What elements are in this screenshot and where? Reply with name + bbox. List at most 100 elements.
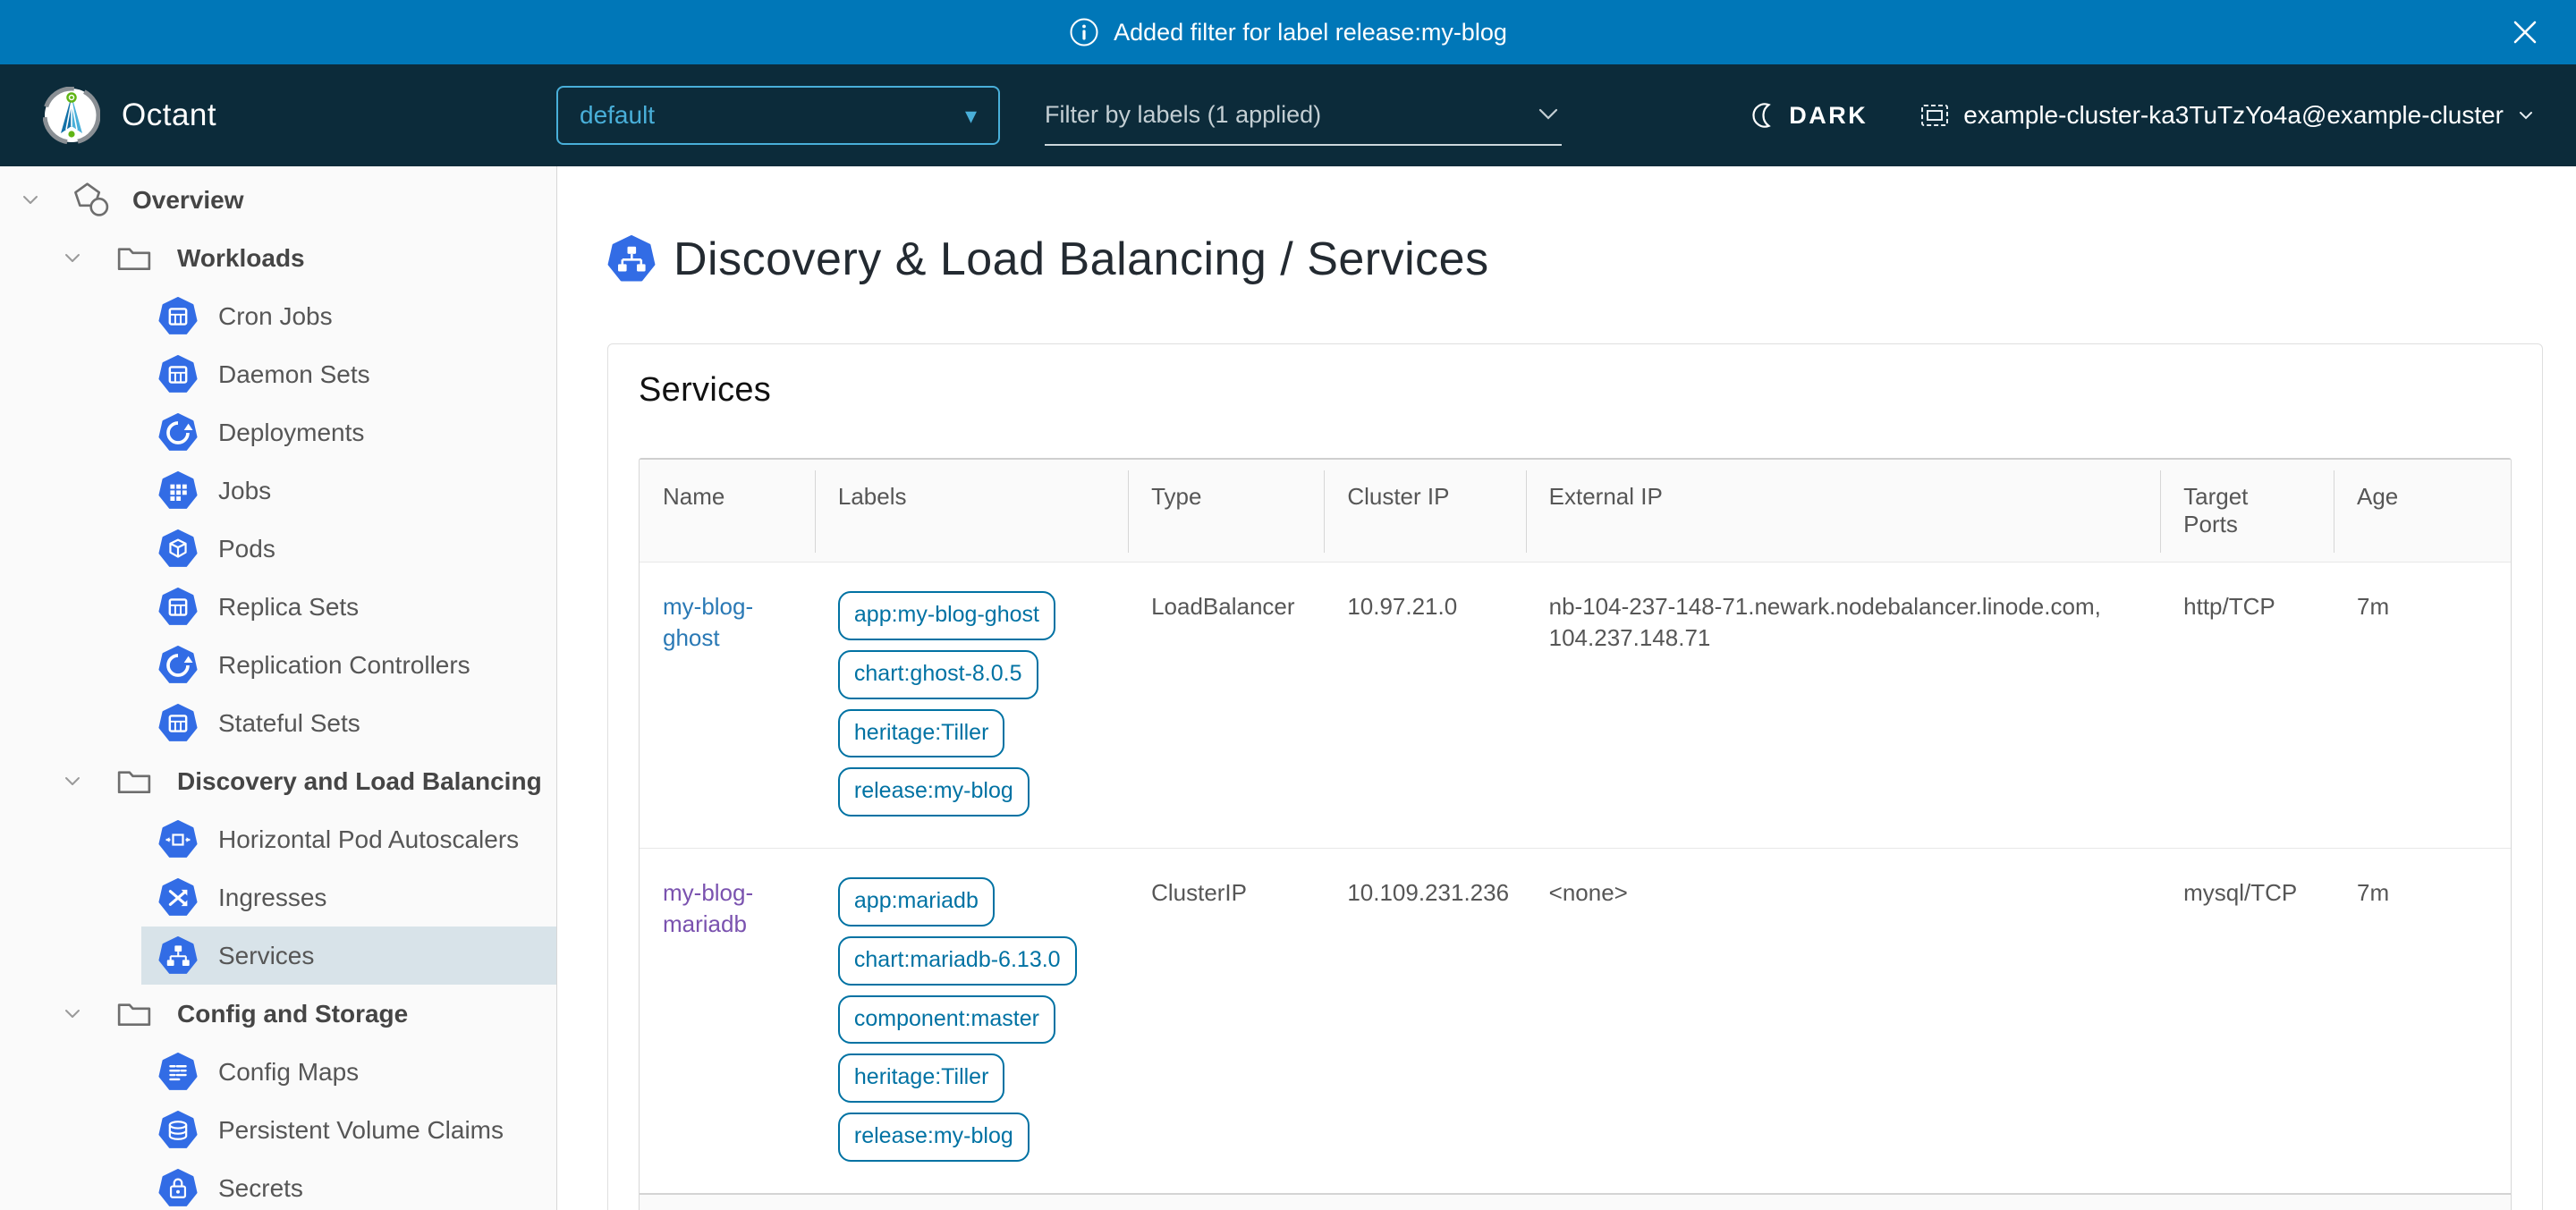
col-header-name: Name <box>640 460 815 563</box>
replication-controllers-icon <box>158 646 198 685</box>
sidebar-item-workloads[interactable]: Workloads <box>0 229 556 287</box>
alert-banner: Added filter for label release:my-blog <box>0 0 2576 64</box>
close-icon[interactable] <box>2508 15 2542 49</box>
col-header-cluster-ip: Cluster IP <box>1324 460 1525 563</box>
cell-type: ClusterIP <box>1128 849 1324 1193</box>
octant-logo-icon <box>43 87 100 144</box>
label-pill: chart:mariadb-6.13.0 <box>838 936 1077 986</box>
sidebar-item-label: Overview <box>132 186 244 215</box>
col-header-type: Type <box>1128 460 1324 563</box>
datagrid-footer: Items per page 10 1 - 2 of 2 items <box>640 1193 2511 1210</box>
chevron-down-icon[interactable] <box>64 774 114 788</box>
alert-message: Added filter for label release:my-blog <box>1114 19 1507 47</box>
sidebar-item-label: Daemon Sets <box>218 360 370 389</box>
sidebar-item-label: Horizontal Pod Autoscalers <box>218 825 519 854</box>
context-value: example-cluster-ka3TuTzYo4a@example-clus… <box>1963 101 2504 130</box>
label-pill: component:master <box>838 995 1055 1045</box>
cell-external-ip: <none> <box>1526 849 2161 1193</box>
col-header-age: Age <box>2334 460 2511 563</box>
sidebar-item-label: Config Maps <box>218 1058 359 1087</box>
cell-cluster-ip: 10.97.21.0 <box>1324 563 1525 849</box>
services-datagrid: Name Labels Type Cluster IP External IP … <box>639 458 2512 1210</box>
sidebar-item-label: Services <box>218 942 314 970</box>
col-header-labels: Labels <box>815 460 1128 563</box>
sidebar-item-daemon-sets[interactable]: Daemon Sets <box>0 345 556 403</box>
sidebar-item-discovery-and-load-balancing[interactable]: Discovery and Load Balancing <box>0 752 556 810</box>
ingresses-icon <box>158 878 198 918</box>
sidebar-item-replica-sets[interactable]: Replica Sets <box>0 578 556 636</box>
sidebar-item-deployments[interactable]: Deployments <box>0 403 556 461</box>
services-table: Name Labels Type Cluster IP External IP … <box>640 460 2511 1193</box>
chevron-down-icon[interactable] <box>64 251 114 265</box>
col-header-external-ip: External IP <box>1526 460 2161 563</box>
label-pill: release:my-blog <box>838 1113 1030 1162</box>
sidebar-item-horizontal-pod-autoscalers[interactable]: Horizontal Pod Autoscalers <box>0 810 556 868</box>
sidebar-item-cron-jobs[interactable]: Cron Jobs <box>0 287 556 345</box>
service-link[interactable]: my-blog-mariadb <box>663 879 753 937</box>
cell-target-ports: http/TCP <box>2160 563 2334 849</box>
sidebar-item-ingresses[interactable]: Ingresses <box>0 868 556 927</box>
sidebar-item-config-maps[interactable]: Config Maps <box>0 1043 556 1101</box>
folder-icon <box>114 239 154 278</box>
cell-cluster-ip: 10.109.231.236 <box>1324 849 1525 1193</box>
cell-external-ip: nb-104-237-148-71.newark.nodebalancer.li… <box>1526 563 2161 849</box>
label-pill: release:my-blog <box>838 767 1030 817</box>
sidebar-item-label: Config and Storage <box>177 1000 408 1028</box>
label-pill: app:mariadb <box>838 877 995 927</box>
sidebar-item-label: Ingresses <box>218 884 326 912</box>
sidebar-item-label: Replication Controllers <box>218 651 470 680</box>
services-icon <box>607 235 656 283</box>
chevron-down-icon[interactable] <box>64 1007 114 1020</box>
sidebar-item-overview[interactable]: Overview <box>0 171 556 229</box>
sidebar-item-label: Workloads <box>177 244 305 273</box>
app-title: Octant <box>122 97 216 133</box>
sidebar-item-label: Replica Sets <box>218 593 359 622</box>
namespace-value: default <box>580 101 655 130</box>
persistent-volume-claims-icon <box>158 1111 198 1150</box>
label-filter-dropdown[interactable]: Filter by labels (1 applied) <box>1045 85 1562 146</box>
sidebar-item-services[interactable]: Services <box>141 927 556 985</box>
service-link[interactable]: my-blog-ghost <box>663 593 753 651</box>
chevron-down-icon <box>1535 106 1562 123</box>
label-pill: heritage:Tiller <box>838 1053 1005 1103</box>
sidebar-item-label: Deployments <box>218 419 364 447</box>
sidebar-item-label: Pods <box>218 535 275 563</box>
sidebar-item-persistent-volume-claims[interactable]: Persistent Volume Claims <box>0 1101 556 1159</box>
sidebar-item-label: Stateful Sets <box>218 709 360 738</box>
sidebar-item-stateful-sets[interactable]: Stateful Sets <box>0 694 556 752</box>
chevron-down-icon <box>2517 109 2535 122</box>
sidebar-item-secrets[interactable]: Secrets <box>0 1159 556 1210</box>
col-header-target-ports: Target Ports <box>2160 460 2334 563</box>
replica-sets-icon <box>158 588 198 627</box>
pods-icon <box>158 529 198 569</box>
chevron-down-icon[interactable] <box>22 193 72 207</box>
cron-jobs-icon <box>158 297 198 336</box>
sidebar-item-label: Discovery and Load Balancing <box>177 767 542 796</box>
table-header-row: Name Labels Type Cluster IP External IP … <box>640 460 2511 563</box>
folder-icon <box>114 994 154 1034</box>
jobs-icon <box>158 471 198 511</box>
cell-target-ports: mysql/TCP <box>2160 849 2334 1193</box>
page-title: Discovery & Load Balancing / Services <box>607 233 2576 286</box>
services-card: Services Name Labels Type Cluster IP Ext… <box>607 343 2543 1210</box>
theme-toggle[interactable]: DARK <box>1750 101 1868 130</box>
card-title: Services <box>639 371 2512 410</box>
applications-icon <box>72 181 111 220</box>
sidebar-item-replication-controllers[interactable]: Replication Controllers <box>0 636 556 694</box>
sidebar-item-jobs[interactable]: Jobs <box>0 461 556 520</box>
sidebar-nav: Overview Workloads Cron Jobs Daemon Sets <box>0 166 557 1210</box>
cell-type: LoadBalancer <box>1128 563 1324 849</box>
cluster-icon <box>1919 101 1950 130</box>
label-pill: heritage:Tiller <box>838 709 1005 758</box>
page-title-text: Discovery & Load Balancing / Services <box>674 233 1489 286</box>
cell-age: 7m <box>2334 849 2511 1193</box>
sidebar-item-config-and-storage[interactable]: Config and Storage <box>0 985 556 1043</box>
sidebar-item-label: Jobs <box>218 477 271 505</box>
deployments-icon <box>158 413 198 453</box>
namespace-selector[interactable]: default ▾ <box>556 86 1000 145</box>
cell-age: 7m <box>2334 563 2511 849</box>
stateful-sets-icon <box>158 704 198 743</box>
app-header: Octant default ▾ Filter by labels (1 app… <box>0 64 2576 166</box>
context-selector[interactable]: example-cluster-ka3TuTzYo4a@example-clus… <box>1919 101 2535 130</box>
sidebar-item-pods[interactable]: Pods <box>0 520 556 578</box>
